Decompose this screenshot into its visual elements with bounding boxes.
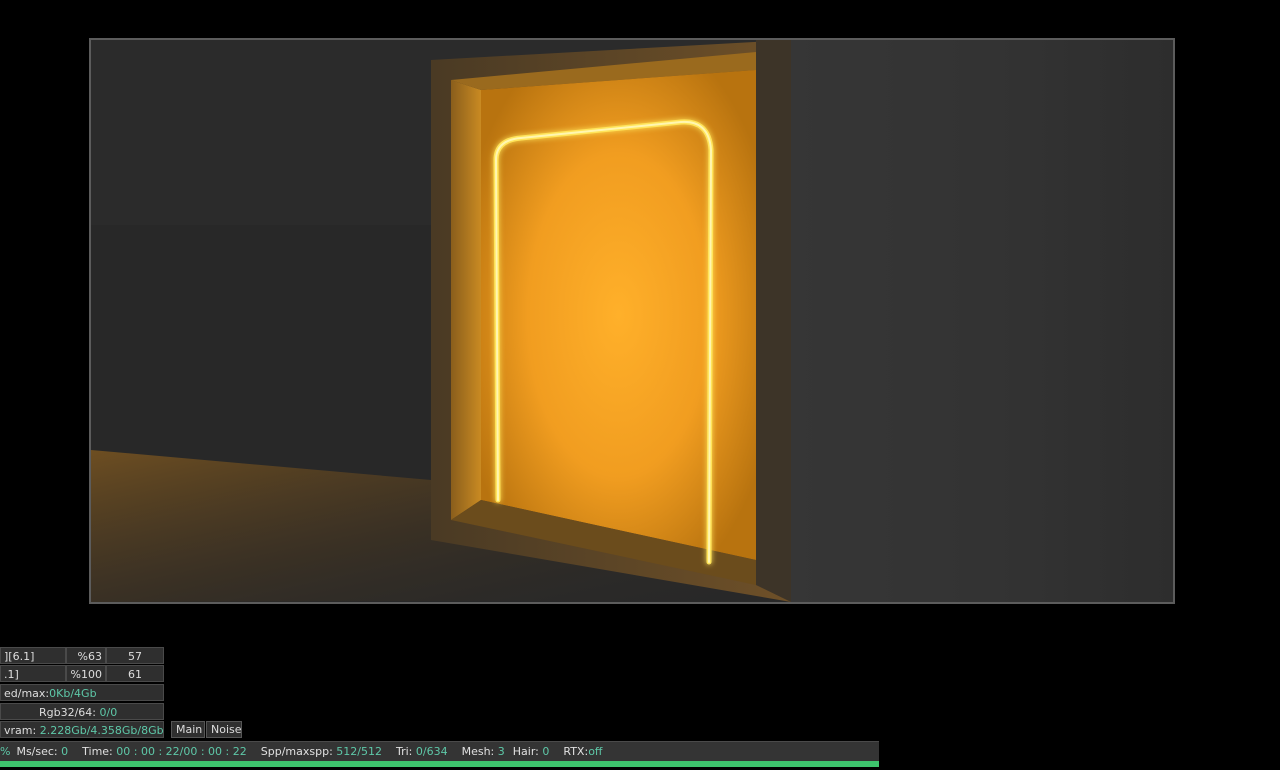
stat-row2-col3: 61 [106, 665, 164, 682]
mesh-value: 3 [497, 745, 505, 758]
ms-value: 0 [61, 745, 69, 758]
render-image [91, 40, 1173, 602]
status-mesh: Mesh: 3 [462, 742, 505, 761]
stat-row2-col1: .1] [0, 665, 66, 682]
render-viewport[interactable] [89, 38, 1175, 604]
status-hair: Hair: 0 [513, 742, 550, 761]
ms-label: Ms/sec: [16, 745, 62, 758]
rgb-buffers: Rgb32/64: 0/0 [0, 703, 164, 720]
render-progress-bar [0, 761, 879, 767]
status-time: Time: 00 : 00 : 22/00 : 00 : 22 [82, 742, 247, 761]
noise-button[interactable]: Noise [206, 721, 242, 738]
stat-row1-col1: ][6.1] [0, 647, 66, 664]
spp-label: Spp/maxspp: [260, 745, 337, 758]
status-spp: Spp/maxspp: 512/512 [261, 742, 382, 761]
tri-label: Tri: [396, 745, 416, 758]
mesh-label: Mesh: [461, 745, 498, 758]
rtx-label: RTX: [563, 745, 589, 758]
vram-usage: vram: 2.228Gb/4.358Gb/8Gb [0, 721, 164, 738]
memory-value: 0Kb/4Gb [49, 687, 97, 700]
vram-label: vram: [4, 724, 40, 737]
vram-value: 2.228Gb/4.358Gb/8Gb [39, 724, 164, 737]
time-label: Time: [82, 745, 117, 758]
memory-used-max: ed/max:0Kb/4Gb [0, 684, 164, 701]
stat-row2-col2: %100 [66, 665, 106, 682]
status-rtx: RTX:off [563, 742, 602, 761]
spp-value: 512/512 [336, 745, 382, 758]
memory-label: ed/max: [4, 687, 50, 700]
rgb-value: 0/0 [99, 706, 118, 719]
status-tri: Tri: 0/634 [396, 742, 448, 761]
rgb-label: Rgb32/64: [39, 706, 100, 719]
rtx-value: off [588, 745, 603, 758]
stat-row1-col3: 57 [106, 647, 164, 664]
hair-value: 0 [542, 745, 550, 758]
status-percent: % [0, 745, 11, 758]
stat-row1-col2: %63 [66, 647, 106, 664]
tri-value: 0/634 [415, 745, 448, 758]
render-progress-fill [0, 761, 879, 767]
main-button[interactable]: Main [171, 721, 205, 738]
time-value: 00 : 00 : 22/00 : 00 : 22 [116, 745, 247, 758]
render-status-bar: % Ms/sec: 0 Time: 00 : 00 : 22/00 : 00 :… [0, 741, 879, 761]
hair-label: Hair: [512, 745, 543, 758]
status-ms-sec: Ms/sec: 0 [16, 742, 68, 761]
